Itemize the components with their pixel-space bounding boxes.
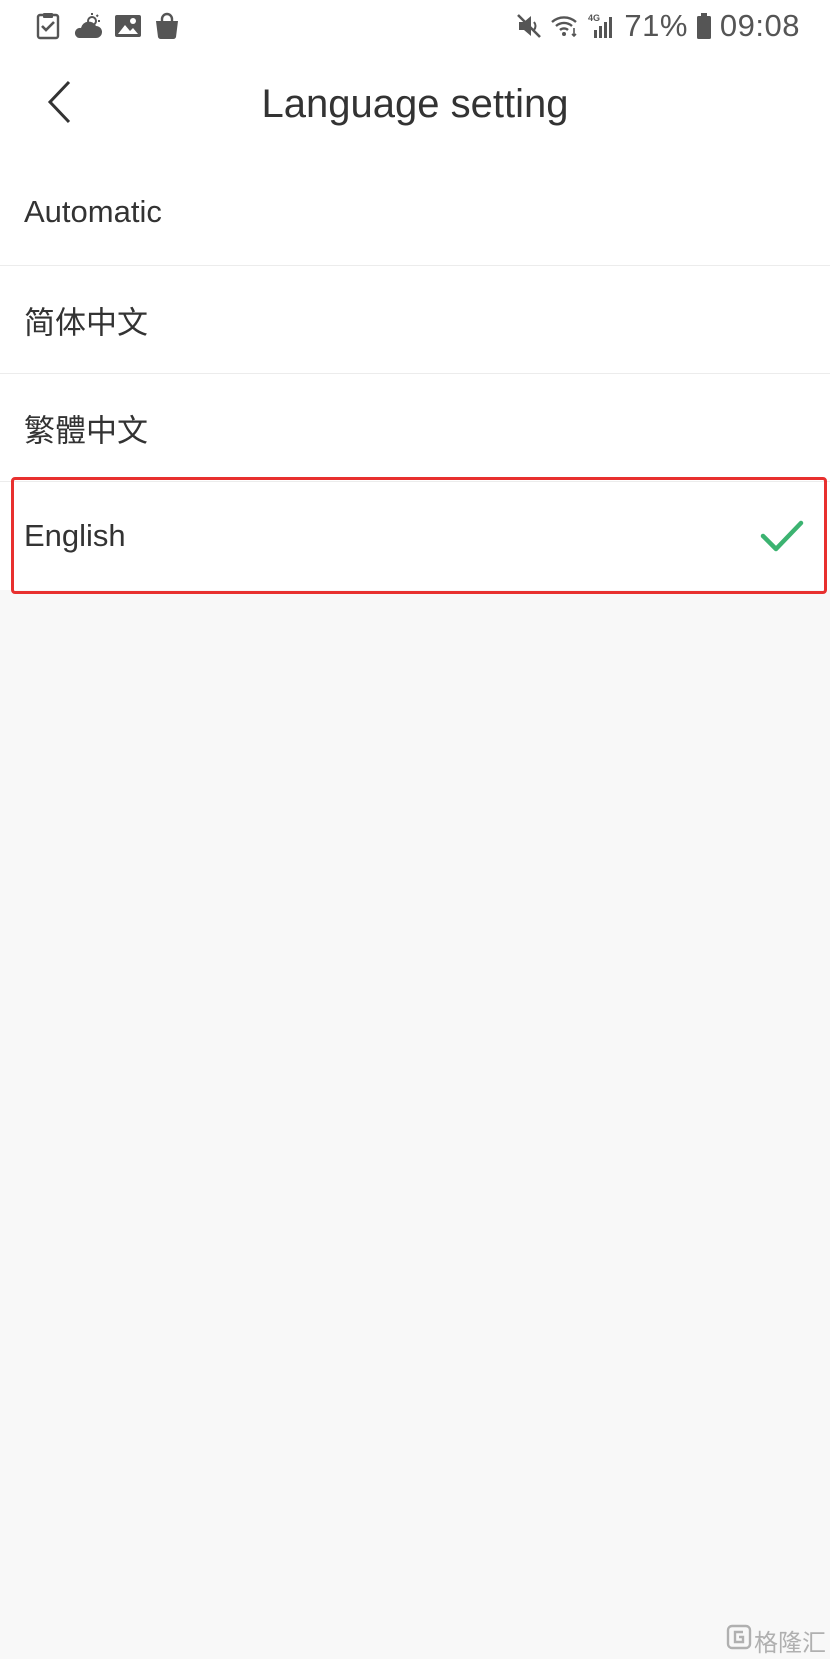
- language-option-english[interactable]: English: [0, 482, 830, 590]
- shopping-bag-icon: [154, 12, 180, 40]
- status-bar: 4G 71% 09:08: [0, 0, 830, 52]
- language-option-simplified-chinese[interactable]: 简体中文: [0, 266, 830, 374]
- language-list: Automatic 简体中文 繁體中文 English: [0, 158, 830, 590]
- clock: 09:08: [719, 8, 800, 43]
- language-label: 简体中文: [24, 305, 148, 340]
- language-label: English: [24, 518, 126, 553]
- checkmark-icon: [760, 519, 804, 553]
- wifi-icon: [550, 13, 580, 39]
- weather-cloud-icon: [72, 12, 102, 40]
- watermark: 格隆汇: [726, 1624, 826, 1657]
- app-header: Language setting: [0, 52, 830, 158]
- clipboard-check-icon: [36, 12, 60, 40]
- language-label: Automatic: [24, 193, 162, 229]
- watermark-logo-icon: [726, 1624, 752, 1656]
- battery-percent: 71%: [624, 8, 688, 43]
- svg-text:4G: 4G: [588, 13, 600, 23]
- mute-icon: [516, 13, 542, 39]
- notification-icons: [36, 10, 180, 42]
- language-option-automatic[interactable]: Automatic: [0, 158, 830, 266]
- page-title: Language setting: [261, 82, 569, 126]
- battery-icon: [696, 12, 712, 40]
- signal-4g-icon: 4G: [588, 12, 616, 40]
- gallery-icon: [114, 13, 142, 39]
- language-label: 繁體中文: [24, 413, 148, 448]
- language-option-traditional-chinese[interactable]: 繁體中文: [0, 374, 830, 482]
- system-indicators: 4G 71% 09:08: [516, 6, 800, 46]
- watermark-text: 格隆汇: [754, 1628, 826, 1657]
